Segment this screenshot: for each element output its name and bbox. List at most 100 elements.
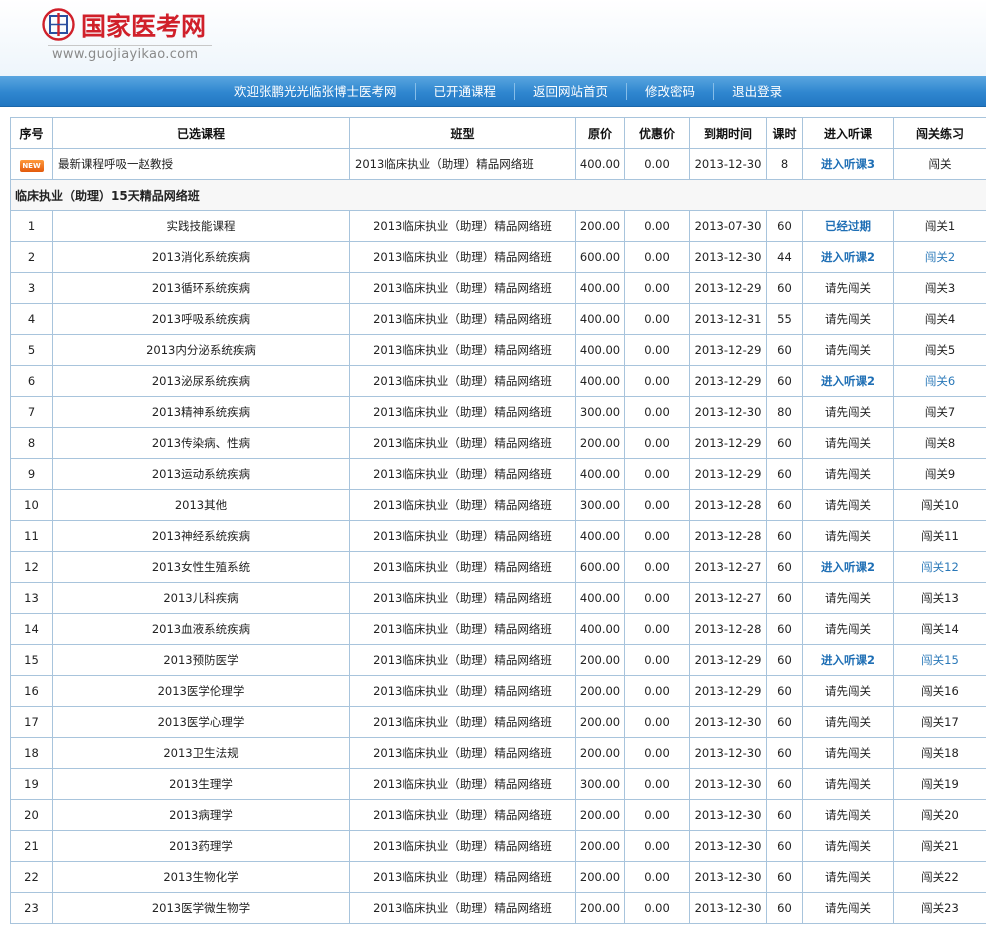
expiry-date: 2013-12-30 [689,830,767,862]
enter-class-cell: 请先闯关 [802,768,894,800]
class-type: 2013临床执业（助理）精品网络班 [349,489,576,521]
enter-class-link[interactable]: 进入听课2 [821,374,875,388]
gate-practice-link[interactable]: 闯关23 [921,901,959,915]
course-name[interactable]: 2013病理学 [52,799,350,831]
table-row: 22 2013生物化学 2013临床执业（助理）精品网络班 200.00 0.00 201… [10,861,986,893]
gate-practice-link[interactable]: 闯关9 [925,467,955,481]
gate-practice-cell: 闯关12 [893,551,986,583]
expiry-date: 2013-12-28 [689,489,767,521]
enter-class-link[interactable]: 进入听课2 [821,653,875,667]
original-price: 300.00 [575,768,625,800]
class-hours: 60 [766,861,803,893]
enter-class-cell: 请先闯关 [802,272,894,304]
featured-course-name[interactable]: 最新课程呼吸一赵教授 [52,148,350,180]
gate-practice-cell: 闯关15 [893,644,986,676]
course-name[interactable]: 2013呼吸系统疾病 [52,303,350,335]
enter-class-cell: 请先闯关 [802,737,894,769]
course-name[interactable]: 实践技能课程 [52,210,350,242]
featured-enter-cell: 进入听课3 [802,148,894,180]
gate-practice-cell: 闯关7 [893,396,986,428]
course-name[interactable]: 2013医学微生物学 [52,892,350,924]
gate-practice-link[interactable]: 闯关11 [921,529,959,543]
course-name[interactable]: 2013循环系统疾病 [52,272,350,304]
expiry-date: 2013-12-30 [689,737,767,769]
gate-practice-link[interactable]: 闯关21 [921,839,959,853]
table-row: 6 2013泌尿系统疾病 2013临床执业（助理）精品网络班 400.00 0.00 20… [10,365,986,397]
gate-practice-link[interactable]: 闯关19 [921,777,959,791]
gate-practice-link[interactable]: 闯关22 [921,870,959,884]
gate-practice-link[interactable]: 闯关5 [925,343,955,357]
gate-practice-link[interactable]: 闯关10 [921,498,959,512]
enter-class-link[interactable]: 进入听课2 [821,250,875,264]
gate-practice-link[interactable]: 闯关16 [921,684,959,698]
gate-practice-link[interactable]: 闯关18 [921,746,959,760]
gate-practice-link[interactable]: 闯关13 [921,591,959,605]
gate-practice-link[interactable]: 闯关14 [921,622,959,636]
nav-item-2[interactable]: 返回网站首页 [515,76,626,107]
enter-class-link[interactable]: 进入听课2 [821,560,875,574]
class-type: 2013临床执业（助理）精品网络班 [349,272,576,304]
enter-class-link[interactable]: 已经过期 [825,219,871,233]
course-name[interactable]: 2013精神系统疾病 [52,396,350,428]
gate-practice-link[interactable]: 闯关20 [921,808,959,822]
gate-practice-link[interactable]: 闯关15 [921,653,959,667]
class-type: 2013临床执业（助理）精品网络班 [349,892,576,924]
nav-item-4[interactable]: 退出登录 [714,76,800,107]
gate-practice-link[interactable]: 闯关17 [921,715,959,729]
column-header: 到期时间 [689,117,767,149]
nav-item-3[interactable]: 修改密码 [627,76,713,107]
enter-class-cell: 请先闯关 [802,334,894,366]
row-number: 4 [10,303,53,335]
course-name[interactable]: 2013运动系统疾病 [52,458,350,490]
section-row: 临床执业（助理）15天精品网络班 [10,179,986,211]
gate-practice-cell: 闯关6 [893,365,986,397]
gate-practice-link[interactable]: 闯关3 [925,281,955,295]
course-name[interactable]: 2013消化系统疾病 [52,241,350,273]
expiry-date: 2013-12-30 [689,768,767,800]
class-type: 2013临床执业（助理）精品网络班 [349,675,576,707]
featured-enter-link[interactable]: 进入听课3 [821,157,875,171]
course-name[interactable]: 2013内分泌系统疾病 [52,334,350,366]
site-logo[interactable]: 国家医考网 www.guojiayikao.com [42,6,217,68]
row-number: 5 [10,334,53,366]
course-name[interactable]: 2013卫生法规 [52,737,350,769]
course-name[interactable]: 2013生理学 [52,768,350,800]
featured-row: NEW 最新课程呼吸一赵教授 2013临床执业（助理）精品网络班 400.00 … [10,148,986,180]
class-hours: 60 [766,334,803,366]
course-name[interactable]: 2013女性生殖系统 [52,551,350,583]
gate-practice-link[interactable]: 闯关8 [925,436,955,450]
course-name[interactable]: 2013其他 [52,489,350,521]
gate-practice-cell: 闯关20 [893,799,986,831]
nav-item-1[interactable]: 已开通课程 [416,76,515,107]
course-name[interactable]: 2013传染病、性病 [52,427,350,459]
gate-practice-link[interactable]: 闯关2 [925,250,955,264]
enter-class-cell: 请先闯关 [802,489,894,521]
gate-practice-link[interactable]: 闯关6 [925,374,955,388]
class-hours: 60 [766,737,803,769]
row-number: 15 [10,644,53,676]
gate-practice-cell: 闯关4 [893,303,986,335]
course-name[interactable]: 2013预防医学 [52,644,350,676]
gate-practice-link[interactable]: 闯关12 [921,560,959,574]
nav-items: 欢迎张鹏光光临张博士医考网 已开通课程 返回网站首页 修改密码 退出登录 [216,76,800,107]
expiry-date: 2013-12-27 [689,582,767,614]
course-name[interactable]: 2013血液系统疾病 [52,613,350,645]
column-header: 课时 [766,117,803,149]
course-name[interactable]: 2013医学伦理学 [52,675,350,707]
course-name[interactable]: 2013儿科疾病 [52,582,350,614]
course-name[interactable]: 2013医学心理学 [52,706,350,738]
gate-practice-link[interactable]: 闯关4 [925,312,955,326]
course-name[interactable]: 2013生物化学 [52,861,350,893]
gate-practice-link[interactable]: 闯关1 [925,219,955,233]
table-row: 15 2013预防医学 2013临床执业（助理）精品网络班 200.00 0.00 201… [10,644,986,676]
class-hours: 60 [766,551,803,583]
course-name[interactable]: 2013神经系统疾病 [52,520,350,552]
course-name[interactable]: 2013泌尿系统疾病 [52,365,350,397]
featured-gate-link[interactable]: 闯关 [929,157,952,171]
class-type: 2013临床执业（助理）精品网络班 [349,861,576,893]
course-name[interactable]: 2013药理学 [52,830,350,862]
gate-practice-link[interactable]: 闯关7 [925,405,955,419]
expiry-date: 2013-12-29 [689,365,767,397]
row-number: 1 [10,210,53,242]
enter-class-locked-text: 请先闯关 [825,498,871,512]
